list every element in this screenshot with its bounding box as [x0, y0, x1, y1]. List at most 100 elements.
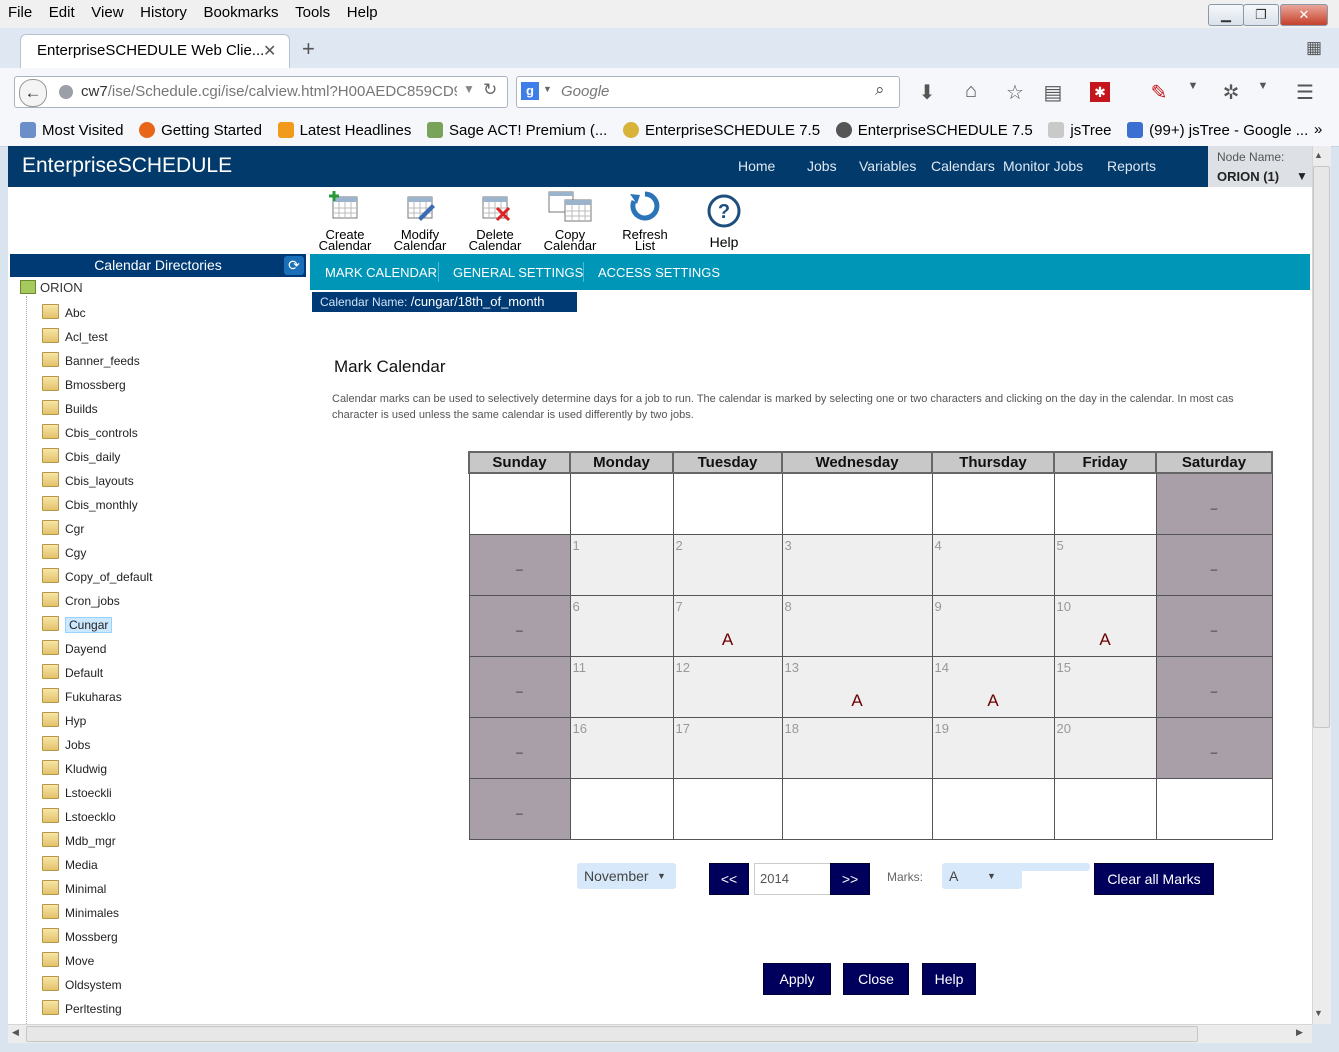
scroll-right-icon[interactable]: ▶: [1296, 1027, 1303, 1038]
copy-calendar-button[interactable]: Copy Calendar: [534, 190, 606, 252]
menu-edit[interactable]: Edit: [41, 0, 80, 21]
tree-item[interactable]: Lstoecklo: [42, 806, 116, 828]
tree-item[interactable]: Acl_test: [42, 326, 108, 348]
weekend-cell[interactable]: –: [468, 656, 571, 718]
next-year-button[interactable]: >>: [830, 863, 870, 895]
calendar-day-cell[interactable]: 6: [569, 595, 674, 657]
weekend-cell[interactable]: –: [468, 717, 571, 779]
bookmark-jstree[interactable]: jsTree: [1048, 122, 1112, 139]
new-tab-icon[interactable]: +: [302, 36, 315, 62]
bookmark-enterpriseschedule-2[interactable]: EnterpriseSCHEDULE 7.5: [835, 122, 1033, 139]
nav-calendars[interactable]: Calendars: [931, 158, 995, 174]
scroll-left-icon[interactable]: ◀: [12, 1027, 19, 1038]
bookmarks-overflow-icon[interactable]: »: [1314, 121, 1322, 138]
tab-access-settings[interactable]: ACCESS SETTINGS: [598, 265, 720, 280]
calendar-day-cell[interactable]: 7A: [672, 595, 783, 657]
tree-item[interactable]: Cungar: [42, 614, 113, 636]
bookmark-most-visited[interactable]: Most Visited: [20, 122, 123, 139]
weekend-cell[interactable]: –: [468, 778, 571, 840]
tree-item[interactable]: Cbis_monthly: [42, 494, 138, 516]
menu-history[interactable]: History: [132, 0, 192, 21]
nav-variables[interactable]: Variables: [859, 158, 916, 174]
calendar-day-cell[interactable]: 20: [1053, 717, 1157, 779]
tree-item[interactable]: Oldsystem: [42, 974, 122, 996]
calendar-day-cell[interactable]: 17: [672, 717, 783, 779]
refresh-directories-icon[interactable]: ⟳: [284, 256, 304, 275]
weekend-cell[interactable]: –: [468, 534, 571, 596]
calendar-day-cell[interactable]: 4: [931, 534, 1055, 596]
url-history-dropdown-icon[interactable]: ▼: [463, 82, 475, 96]
tree-item[interactable]: Banner_feeds: [42, 350, 140, 372]
home-icon[interactable]: ⌂: [958, 80, 984, 104]
year-input[interactable]: 2014: [754, 863, 831, 895]
tree-item[interactable]: Hyp: [42, 710, 86, 732]
tree-item[interactable]: Cbis_layouts: [42, 470, 134, 492]
tree-item[interactable]: Cbis_controls: [42, 422, 138, 444]
calendar-day-cell[interactable]: 16: [569, 717, 674, 779]
calendar-day-cell[interactable]: 19: [931, 717, 1055, 779]
calendar-day-cell[interactable]: 9: [931, 595, 1055, 657]
calendar-day-cell[interactable]: 12: [672, 656, 783, 718]
back-icon[interactable]: ←: [19, 79, 47, 107]
tree-item[interactable]: Fukuharas: [42, 686, 122, 708]
menu-file[interactable]: File: [0, 0, 37, 21]
calendar-day-cell[interactable]: 5: [1053, 534, 1157, 596]
engine-dropdown-icon[interactable]: ▼: [543, 84, 552, 94]
menu-bookmarks[interactable]: Bookmarks: [195, 0, 283, 21]
vertical-scroll-thumb[interactable]: [1313, 166, 1330, 728]
bookmark-jstree-google[interactable]: (99+) jsTree - Google ...: [1127, 122, 1308, 139]
tab-general-settings[interactable]: GENERAL SETTINGS: [453, 265, 583, 280]
nav-reports[interactable]: Reports: [1107, 158, 1156, 174]
calendar-day-cell[interactable]: 13 A: [781, 656, 933, 718]
weekend-cell[interactable]: –: [1155, 717, 1273, 779]
tree-item[interactable]: Builds: [42, 398, 98, 420]
menu-tools[interactable]: Tools: [287, 0, 335, 21]
scroll-down-icon[interactable]: ▼: [1314, 1008, 1323, 1018]
nav-monitor-jobs[interactable]: Monitor Jobs: [1003, 158, 1083, 174]
search-box[interactable]: g ▼ Google ⌕: [516, 76, 900, 108]
apply-button[interactable]: Apply: [763, 963, 831, 995]
calendar-day-cell[interactable]: 8: [781, 595, 933, 657]
weekend-cell[interactable]: –: [1155, 595, 1273, 657]
reading-list-icon[interactable]: ▤: [1040, 80, 1066, 104]
calendar-day-cell[interactable]: 18: [781, 717, 933, 779]
tree-root-orion[interactable]: ORION: [20, 280, 83, 295]
toolbar-help-button[interactable]: ? Help: [688, 194, 760, 249]
addon-red-icon[interactable]: ✱: [1090, 82, 1110, 102]
search-icon[interactable]: ⌕: [875, 80, 885, 100]
google-engine-icon[interactable]: g: [521, 82, 539, 100]
close-button[interactable]: Close: [843, 963, 909, 995]
calendar-day-cell[interactable]: 1: [569, 534, 674, 596]
bookmark-getting-started[interactable]: Getting Started: [139, 122, 262, 139]
calendar-day-cell[interactable]: 10 A: [1053, 595, 1157, 657]
reload-icon[interactable]: ↻: [483, 80, 497, 100]
nav-home[interactable]: Home: [738, 158, 775, 174]
tree-item[interactable]: Cbis_daily: [42, 446, 120, 468]
minimize-button[interactable]: ▁: [1208, 4, 1244, 26]
tree-item[interactable]: Cron_jobs: [42, 590, 120, 612]
bookmark-sage-act[interactable]: Sage ACT! Premium (...: [426, 122, 607, 139]
weekend-cell[interactable]: –: [1155, 534, 1273, 596]
horizontal-scroll-thumb[interactable]: [26, 1026, 1198, 1042]
weekend-cell[interactable]: –: [1155, 656, 1273, 718]
browser-tab[interactable]: EnterpriseSCHEDULE Web Clie... ✕: [20, 34, 290, 69]
maximize-button[interactable]: ❐: [1243, 4, 1279, 26]
url-bar[interactable]: ← cw7/ise/Schedule.cgi/ise/calview.html?…: [14, 76, 508, 108]
cleaner-icon[interactable]: ✎: [1146, 80, 1172, 104]
tree-item[interactable]: Bmossberg: [42, 374, 126, 396]
tree-item[interactable]: Minimales: [42, 902, 119, 924]
calendar-day-cell[interactable]: 11: [569, 656, 674, 718]
tab-groups-icon[interactable]: ▦: [1306, 38, 1322, 58]
tree-item[interactable]: Lstoeckli: [42, 782, 112, 804]
month-select[interactable]: November ▼: [577, 863, 676, 889]
bookmark-star-icon[interactable]: ☆: [1002, 80, 1028, 104]
node-selector[interactable]: Node Name: ORION (1) ▼: [1208, 146, 1312, 187]
site-identity-icon[interactable]: [59, 85, 73, 99]
mark-select[interactable]: A ▼: [942, 863, 1022, 889]
firebug-dropdown-icon[interactable]: ▼: [1250, 80, 1276, 104]
tree-item[interactable]: Cgy: [42, 542, 86, 564]
bookmark-enterpriseschedule-1[interactable]: EnterpriseSCHEDULE 7.5: [622, 122, 820, 139]
calendar-day-cell[interactable]: 15: [1053, 656, 1157, 718]
tree-item[interactable]: Abc: [42, 302, 86, 324]
menu-view[interactable]: View: [83, 0, 128, 21]
